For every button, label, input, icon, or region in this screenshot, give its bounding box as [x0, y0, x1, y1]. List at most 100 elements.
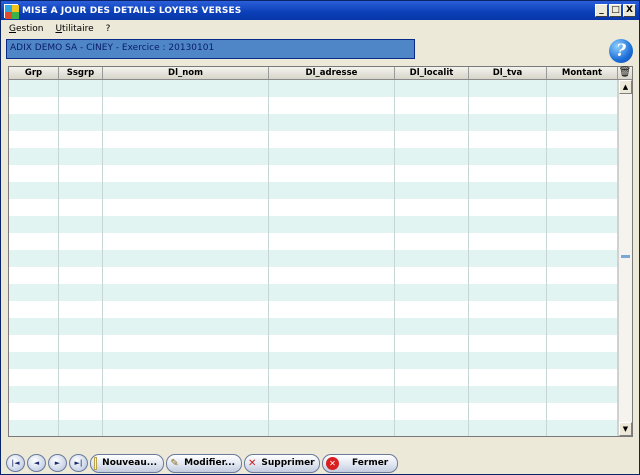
table-cell[interactable] [547, 386, 618, 403]
table-row[interactable] [9, 114, 618, 131]
table-cell[interactable] [103, 267, 269, 284]
table-cell[interactable] [395, 369, 469, 386]
table-cell[interactable] [469, 131, 547, 148]
table-row[interactable] [9, 403, 618, 420]
nav-last-button[interactable]: ►| [69, 454, 88, 472]
table-cell[interactable] [9, 284, 59, 301]
table-row[interactable] [9, 250, 618, 267]
table-cell[interactable] [59, 148, 103, 165]
table-cell[interactable] [269, 199, 395, 216]
table-cell[interactable] [469, 403, 547, 420]
table-cell[interactable] [469, 199, 547, 216]
table-cell[interactable] [547, 369, 618, 386]
table-cell[interactable] [9, 420, 59, 436]
table-cell[interactable] [547, 284, 618, 301]
table-cell[interactable] [269, 369, 395, 386]
table-cell[interactable] [9, 250, 59, 267]
table-cell[interactable] [395, 199, 469, 216]
col-header-ssgrp[interactable]: Ssgrp [59, 67, 103, 79]
table-row[interactable] [9, 284, 618, 301]
table-cell[interactable] [395, 386, 469, 403]
table-cell[interactable] [269, 267, 395, 284]
table-cell[interactable] [59, 216, 103, 233]
modifier-button[interactable]: ✎ Modifier... [166, 453, 242, 473]
table-cell[interactable] [103, 335, 269, 352]
maximize-button[interactable]: □ [609, 4, 622, 17]
table-cell[interactable] [547, 250, 618, 267]
table-cell[interactable] [469, 284, 547, 301]
table-cell[interactable] [547, 352, 618, 369]
title-bar[interactable]: MISE A JOUR DES DETAILS LOYERS VERSES _ … [1, 1, 639, 20]
table-cell[interactable] [103, 80, 269, 97]
table-cell[interactable] [547, 114, 618, 131]
table-cell[interactable] [59, 420, 103, 436]
table-cell[interactable] [469, 267, 547, 284]
table-cell[interactable] [269, 182, 395, 199]
table-cell[interactable] [103, 318, 269, 335]
scroll-down-arrow[interactable]: ▼ [619, 422, 632, 436]
col-header-dl-nom[interactable]: Dl_nom [103, 67, 269, 79]
table-cell[interactable] [469, 318, 547, 335]
table-cell[interactable] [395, 216, 469, 233]
table-cell[interactable] [59, 335, 103, 352]
table-cell[interactable] [547, 420, 618, 436]
table-cell[interactable] [395, 131, 469, 148]
table-cell[interactable] [395, 284, 469, 301]
table-cell[interactable] [469, 148, 547, 165]
grid-rows[interactable] [9, 80, 618, 436]
table-cell[interactable] [469, 216, 547, 233]
table-cell[interactable] [59, 352, 103, 369]
table-row[interactable] [9, 182, 618, 199]
table-cell[interactable] [103, 369, 269, 386]
table-cell[interactable] [59, 165, 103, 182]
table-cell[interactable] [395, 267, 469, 284]
nav-prev-button[interactable]: ◄ [27, 454, 46, 472]
col-header-dl-tva[interactable]: Dl_tva [469, 67, 547, 79]
table-cell[interactable] [9, 318, 59, 335]
table-cell[interactable] [59, 80, 103, 97]
table-cell[interactable] [59, 267, 103, 284]
table-cell[interactable] [395, 97, 469, 114]
col-header-dl-adresse[interactable]: Dl_adresse [269, 67, 395, 79]
table-row[interactable] [9, 80, 618, 97]
table-cell[interactable] [469, 182, 547, 199]
table-cell[interactable] [103, 284, 269, 301]
table-cell[interactable] [9, 267, 59, 284]
table-cell[interactable] [469, 386, 547, 403]
table-cell[interactable] [269, 148, 395, 165]
table-cell[interactable] [269, 233, 395, 250]
table-cell[interactable] [395, 114, 469, 131]
table-cell[interactable] [395, 301, 469, 318]
table-cell[interactable] [103, 182, 269, 199]
menu-help[interactable]: ? [106, 24, 111, 34]
table-row[interactable] [9, 335, 618, 352]
table-cell[interactable] [59, 403, 103, 420]
table-row[interactable] [9, 97, 618, 114]
table-cell[interactable] [395, 318, 469, 335]
table-cell[interactable] [9, 165, 59, 182]
table-cell[interactable] [59, 386, 103, 403]
table-cell[interactable] [547, 267, 618, 284]
table-cell[interactable] [469, 352, 547, 369]
table-cell[interactable] [469, 233, 547, 250]
table-cell[interactable] [469, 97, 547, 114]
table-cell[interactable] [269, 97, 395, 114]
table-row[interactable] [9, 216, 618, 233]
table-cell[interactable] [269, 80, 395, 97]
table-cell[interactable] [469, 301, 547, 318]
table-cell[interactable] [9, 182, 59, 199]
table-cell[interactable] [547, 165, 618, 182]
table-row[interactable] [9, 165, 618, 182]
table-cell[interactable] [103, 233, 269, 250]
supprimer-button[interactable]: ✕ Supprimer [244, 453, 320, 473]
menu-utilitaire[interactable]: Utilitaire [55, 24, 93, 34]
table-row[interactable] [9, 267, 618, 284]
table-cell[interactable] [547, 148, 618, 165]
table-cell[interactable] [547, 216, 618, 233]
table-cell[interactable] [269, 284, 395, 301]
table-cell[interactable] [9, 80, 59, 97]
table-cell[interactable] [9, 233, 59, 250]
table-cell[interactable] [395, 165, 469, 182]
table-cell[interactable] [469, 114, 547, 131]
table-cell[interactable] [395, 148, 469, 165]
